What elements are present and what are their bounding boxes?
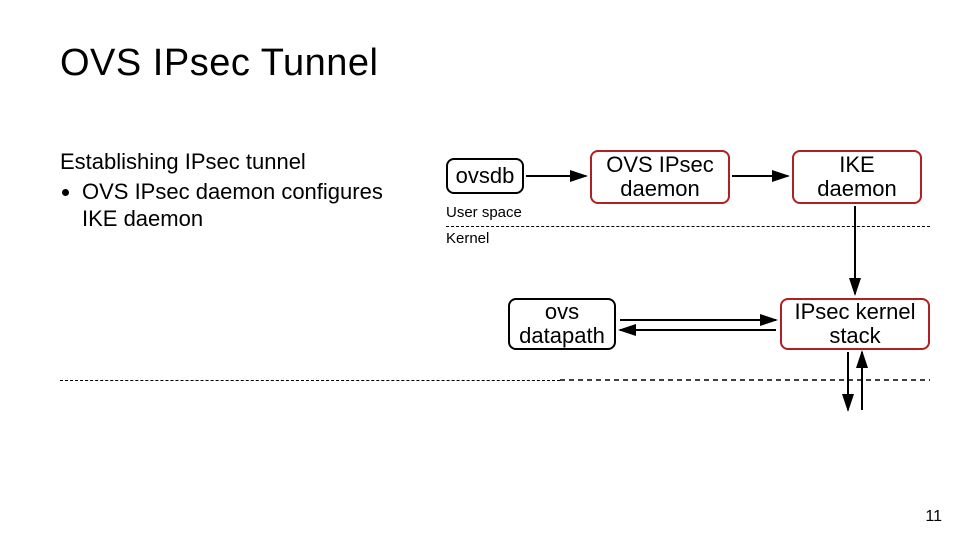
subtitle: Establishing IPsec tunnel bbox=[60, 148, 420, 176]
body-text: Establishing IPsec tunnel OVS IPsec daem… bbox=[60, 148, 420, 233]
box-ovs-datapath: ovs datapath bbox=[508, 298, 616, 350]
bullet-list: OVS IPsec daemon configures IKE daemon bbox=[60, 178, 420, 233]
slide: OVS IPsec Tunnel Establishing IPsec tunn… bbox=[0, 0, 960, 540]
label-user-space: User space bbox=[446, 204, 522, 221]
box-ike-daemon: IKE daemon bbox=[792, 150, 922, 204]
divider-kernel-lower bbox=[60, 380, 560, 381]
page-number: 11 bbox=[925, 508, 942, 526]
box-ovsdb: ovsdb bbox=[446, 158, 524, 194]
box-ovs-ipsec-daemon: OVS IPsec daemon bbox=[590, 150, 730, 204]
label-kernel: Kernel bbox=[446, 230, 489, 247]
box-ipsec-kernel-stack: IPsec kernel stack bbox=[780, 298, 930, 350]
divider-user-kernel bbox=[446, 226, 930, 227]
bullet-item: OVS IPsec daemon configures IKE daemon bbox=[82, 178, 420, 233]
slide-title: OVS IPsec Tunnel bbox=[60, 42, 379, 85]
